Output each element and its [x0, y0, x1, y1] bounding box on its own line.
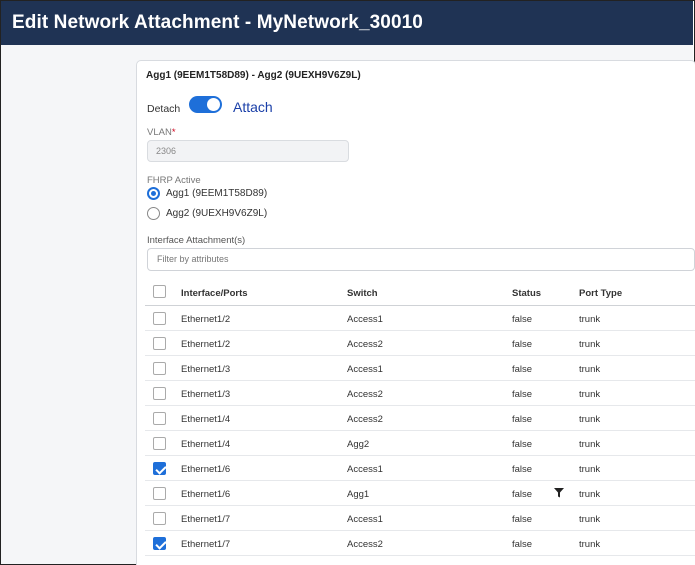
status-cell: false — [512, 339, 533, 350]
row-checkbox[interactable] — [153, 512, 166, 525]
table-row[interactable]: Ethernet1/3 Access2 false trunk — [145, 381, 695, 406]
vlan-field[interactable]: 2306 — [147, 140, 349, 162]
switch-cell: Access1 — [347, 464, 383, 475]
row-checkbox[interactable] — [153, 312, 166, 325]
port-type-cell: trunk — [579, 464, 601, 475]
table-row[interactable]: Ethernet1/6 Agg1 false trunk — [145, 481, 695, 506]
table-row[interactable]: Ethernet1/6 Access1 false trunk — [145, 456, 695, 481]
column-header-status[interactable]: Status — [512, 288, 541, 299]
table-row[interactable]: Ethernet1/4 Agg2 false trunk — [145, 431, 695, 456]
table-row[interactable]: Ethernet1/7 Access2 false trunk — [145, 531, 695, 556]
row-checkbox[interactable] — [153, 362, 166, 375]
port-type-cell: trunk — [579, 539, 601, 550]
row-checkbox[interactable] — [153, 487, 166, 500]
row-checkbox[interactable] — [153, 462, 166, 475]
fhrp-option-label: Agg2 (9UEXH9V6Z9L) — [166, 207, 268, 219]
interface-cell: Ethernet1/3 — [181, 389, 231, 400]
table-body: Ethernet1/2 Access1 false trunk Ethernet1/2 A… — [145, 306, 695, 556]
switch-cell: Access2 — [347, 539, 383, 550]
switch-cell: Access1 — [347, 364, 383, 375]
interface-cell: Ethernet1/2 — [181, 339, 231, 350]
fhrp-label: FHRP Active — [147, 175, 201, 186]
port-type-cell: trunk — [579, 414, 601, 425]
port-type-cell: trunk — [579, 514, 601, 525]
interface-table: Interface/Ports Switch Status Port Type … — [145, 280, 695, 556]
column-header-interface[interactable]: Interface/Ports — [181, 288, 248, 299]
interface-cell: Ethernet1/6 — [181, 489, 231, 500]
switch-cell: Agg1 — [347, 489, 370, 500]
switch-cell: Access2 — [347, 339, 383, 350]
attachment-heading: Agg1 (9EEM1T58D89) - Agg2 (9UEXH9V6Z9L) — [146, 70, 361, 81]
title-bar: Edit Network Attachment - MyNetwork_3001… — [1, 1, 693, 45]
table-row[interactable]: Ethernet1/4 Access2 false trunk — [145, 406, 695, 431]
table-header-row: Interface/Ports Switch Status Port Type — [145, 280, 695, 306]
switch-cell: Access1 — [347, 314, 383, 325]
select-all-checkbox[interactable] — [153, 285, 166, 298]
table-row[interactable]: Ethernet1/3 Access1 false trunk — [145, 356, 695, 381]
switch-cell: Access2 — [347, 389, 383, 400]
port-type-cell: trunk — [579, 364, 601, 375]
status-cell: false — [512, 514, 533, 525]
attach-label: Attach — [233, 99, 273, 115]
radio-unselected-icon[interactable] — [147, 206, 160, 220]
status-cell: false — [512, 489, 533, 500]
interface-cell: Ethernet1/6 — [181, 464, 231, 475]
port-type-cell: trunk — [579, 314, 601, 325]
window-title: Edit Network Attachment - MyNetwork_3001… — [12, 12, 423, 33]
switch-cell: Access2 — [347, 414, 383, 425]
interface-cell: Ethernet1/7 — [181, 514, 231, 525]
port-type-cell: trunk — [579, 389, 601, 400]
interface-cell: Ethernet1/4 — [181, 439, 231, 450]
status-cell: false — [512, 364, 533, 375]
attach-toggle[interactable] — [189, 96, 222, 113]
column-header-switch[interactable]: Switch — [347, 288, 378, 299]
row-checkbox[interactable] — [153, 387, 166, 400]
table-row[interactable]: Ethernet1/7 Access1 false trunk — [145, 506, 695, 531]
vlan-label: VLAN* — [147, 127, 176, 138]
filter-input[interactable]: Filter by attributes — [147, 248, 695, 271]
fhrp-option-label: Agg1 (9EEM1T58D89) — [166, 187, 268, 199]
row-checkbox[interactable] — [153, 337, 166, 350]
interface-cell: Ethernet1/2 — [181, 314, 231, 325]
status-cell: false — [512, 314, 533, 325]
status-cell: false — [512, 439, 533, 450]
row-checkbox[interactable] — [153, 537, 166, 550]
switch-cell: Access1 — [347, 514, 383, 525]
row-checkbox[interactable] — [153, 437, 166, 450]
filter-icon[interactable] — [554, 488, 564, 498]
detach-label: Detach — [147, 103, 181, 115]
fhrp-option-agg2[interactable]: Agg2 (9UEXH9V6Z9L) — [147, 206, 267, 220]
switch-cell: Agg2 — [347, 439, 370, 450]
status-cell: false — [512, 414, 533, 425]
status-cell: false — [512, 389, 533, 400]
interface-cell: Ethernet1/3 — [181, 364, 231, 375]
table-row[interactable]: Ethernet1/2 Access2 false trunk — [145, 331, 695, 356]
interface-attachments-label: Interface Attachment(s) — [147, 235, 246, 246]
interface-cell: Ethernet1/4 — [181, 414, 231, 425]
interface-cell: Ethernet1/7 — [181, 539, 231, 550]
column-header-port-type[interactable]: Port Type — [579, 288, 622, 299]
port-type-cell: trunk — [579, 439, 601, 450]
status-cell: false — [512, 464, 533, 475]
port-type-cell: trunk — [579, 489, 601, 500]
port-type-cell: trunk — [579, 339, 601, 350]
fhrp-option-agg1[interactable]: Agg1 (9EEM1T58D89) — [147, 186, 267, 200]
table-row[interactable]: Ethernet1/2 Access1 false trunk — [145, 306, 695, 331]
row-checkbox[interactable] — [153, 412, 166, 425]
status-cell: false — [512, 539, 533, 550]
toggle-knob — [207, 98, 220, 111]
radio-selected-icon[interactable] — [147, 186, 160, 200]
